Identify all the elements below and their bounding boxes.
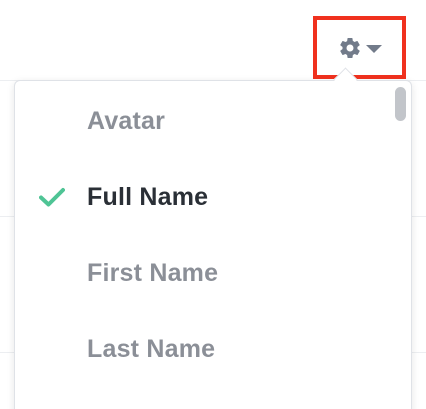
page: Avatar Full Name First Name Last Name: [0, 0, 426, 409]
column-visibility-dropdown: Avatar Full Name First Name Last Name: [14, 80, 412, 409]
menu-item-last-name[interactable]: Last Name: [15, 311, 385, 387]
menu-item-label: First Name: [87, 258, 219, 287]
gear-icon: [339, 37, 360, 58]
menu-item-first-name[interactable]: First Name: [15, 235, 385, 311]
menu-item-avatar[interactable]: Avatar: [15, 83, 385, 159]
menu-item-full-name[interactable]: Full Name: [15, 159, 385, 235]
scrollbar-thumb[interactable]: [395, 87, 406, 121]
column-settings-button[interactable]: [313, 16, 406, 79]
column-menu: Avatar Full Name First Name Last Name: [15, 81, 385, 387]
caret-down-icon: [365, 44, 382, 53]
menu-item-label: Last Name: [87, 334, 216, 363]
menu-item-label: Full Name: [87, 182, 209, 211]
dropdown-scrollbar[interactable]: [392, 85, 408, 409]
checkmark-icon: [39, 188, 65, 207]
menu-item-label: Avatar: [87, 106, 166, 135]
